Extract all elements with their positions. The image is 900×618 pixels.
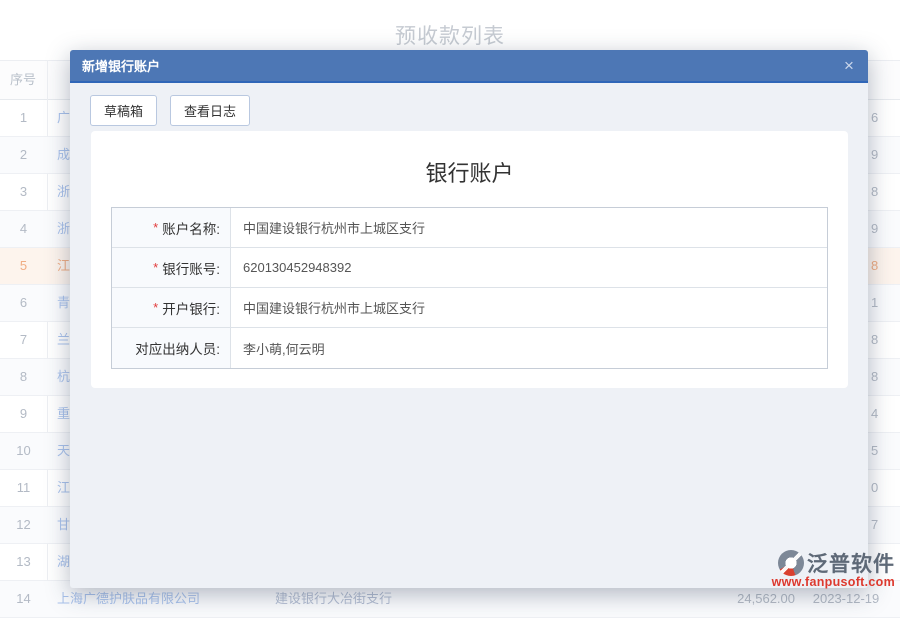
company-link[interactable]: 江 bbox=[57, 248, 70, 284]
vendor-brand-name: 泛普软件 bbox=[807, 548, 895, 578]
column-header-no: 序号 bbox=[0, 61, 36, 99]
form-row: 对应出纳人员: 李小萌,何云明 bbox=[112, 328, 827, 368]
field-label-text: 开户银行: bbox=[162, 298, 220, 318]
row-number: 12 bbox=[0, 507, 47, 543]
company-link[interactable]: 浙 bbox=[57, 174, 70, 210]
field-label: * 账户名称: bbox=[112, 208, 231, 247]
vendor-watermark: 泛普软件 www.fanpusoft.com bbox=[772, 548, 895, 589]
fanpu-logo-icon bbox=[778, 550, 804, 576]
row-number: 5 bbox=[0, 248, 47, 284]
draft-box-button[interactable]: 草稿箱 bbox=[90, 95, 157, 126]
date-cell-fragment: 9 bbox=[871, 137, 878, 173]
page-title: 预收款列表 bbox=[0, 20, 900, 50]
row-number: 7 bbox=[0, 322, 47, 358]
dialog-header[interactable]: 新增银行账户 × bbox=[70, 50, 868, 83]
form-row: * 银行账号: 620130452948392 bbox=[112, 248, 827, 288]
field-label: 对应出纳人员: bbox=[112, 328, 231, 368]
field-value[interactable]: 中国建设银行杭州市上城区支行 bbox=[231, 208, 827, 247]
field-label-text: 账户名称: bbox=[162, 218, 220, 238]
date-cell-fragment: 8 bbox=[871, 174, 878, 210]
company-link[interactable]: 兰 bbox=[57, 322, 70, 358]
date-cell-fragment: 0 bbox=[871, 470, 878, 506]
form-row: * 开户银行: 中国建设银行杭州市上城区支行 bbox=[112, 288, 827, 328]
form-title: 银行账户 bbox=[91, 156, 848, 188]
company-link[interactable]: 天 bbox=[57, 433, 70, 469]
row-number: 2 bbox=[0, 137, 47, 173]
new-bank-account-dialog: 新增银行账户 × 草稿箱 查看日志 银行账户 * 账户名称: 中国建设银行杭州市上城… bbox=[70, 50, 868, 588]
company-link[interactable]: 重 bbox=[57, 396, 70, 432]
row-number: 14 bbox=[0, 581, 47, 617]
row-number: 13 bbox=[0, 544, 47, 580]
field-label-text: 对应出纳人员: bbox=[135, 338, 220, 358]
company-link[interactable]: 青 bbox=[57, 285, 70, 321]
form-row: * 账户名称: 中国建设银行杭州市上城区支行 bbox=[112, 208, 827, 248]
date-cell-fragment: 1 bbox=[871, 285, 878, 321]
company-link[interactable]: 广 bbox=[57, 100, 70, 136]
company-link[interactable]: 江 bbox=[57, 470, 70, 506]
row-number: 3 bbox=[0, 174, 47, 210]
company-link[interactable]: 杭 bbox=[57, 359, 70, 395]
row-number: 10 bbox=[0, 433, 47, 469]
view-log-button[interactable]: 查看日志 bbox=[170, 95, 250, 126]
required-asterisk: * bbox=[153, 220, 158, 235]
company-link[interactable]: 湖 bbox=[57, 544, 70, 580]
close-icon[interactable]: × bbox=[830, 50, 868, 83]
required-asterisk: * bbox=[153, 260, 158, 275]
row-number: 8 bbox=[0, 359, 47, 395]
row-number: 6 bbox=[0, 285, 47, 321]
date-cell-fragment: 7 bbox=[871, 507, 878, 543]
company-link[interactable]: 成 bbox=[57, 137, 70, 173]
field-label: * 银行账号: bbox=[112, 248, 231, 287]
row-number: 4 bbox=[0, 211, 47, 247]
row-number: 1 bbox=[0, 100, 47, 136]
field-value[interactable]: 李小萌,何云明 bbox=[231, 328, 827, 368]
date-cell-fragment: 8 bbox=[871, 248, 878, 284]
dialog-toolbar: 草稿箱 查看日志 bbox=[90, 95, 250, 126]
field-value[interactable]: 中国建设银行杭州市上城区支行 bbox=[231, 288, 827, 327]
company-link[interactable]: 浙 bbox=[57, 211, 70, 247]
date-cell-fragment: 8 bbox=[871, 359, 878, 395]
field-value[interactable]: 620130452948392 bbox=[231, 248, 827, 287]
required-asterisk: * bbox=[153, 300, 158, 315]
date-cell-fragment: 4 bbox=[871, 396, 878, 432]
company-link[interactable]: 甘 bbox=[57, 507, 70, 543]
vendor-url: www.fanpusoft.com bbox=[772, 575, 895, 589]
field-label: * 开户银行: bbox=[112, 288, 231, 327]
row-number: 11 bbox=[0, 470, 47, 506]
row-number: 9 bbox=[0, 396, 47, 432]
date-cell-fragment: 8 bbox=[871, 322, 878, 358]
date-cell-fragment: 5 bbox=[871, 433, 878, 469]
form-card: 银行账户 * 账户名称: 中国建设银行杭州市上城区支行 * 银行账号: 620130452… bbox=[91, 131, 848, 388]
date-cell-fragment: 9 bbox=[871, 211, 878, 247]
field-label-text: 银行账号: bbox=[162, 258, 220, 278]
date-cell-fragment: 6 bbox=[871, 100, 878, 136]
dialog-title: 新增银行账户 bbox=[70, 50, 868, 83]
bank-account-form: * 账户名称: 中国建设银行杭州市上城区支行 * 银行账号: 62013045294839… bbox=[111, 207, 828, 369]
